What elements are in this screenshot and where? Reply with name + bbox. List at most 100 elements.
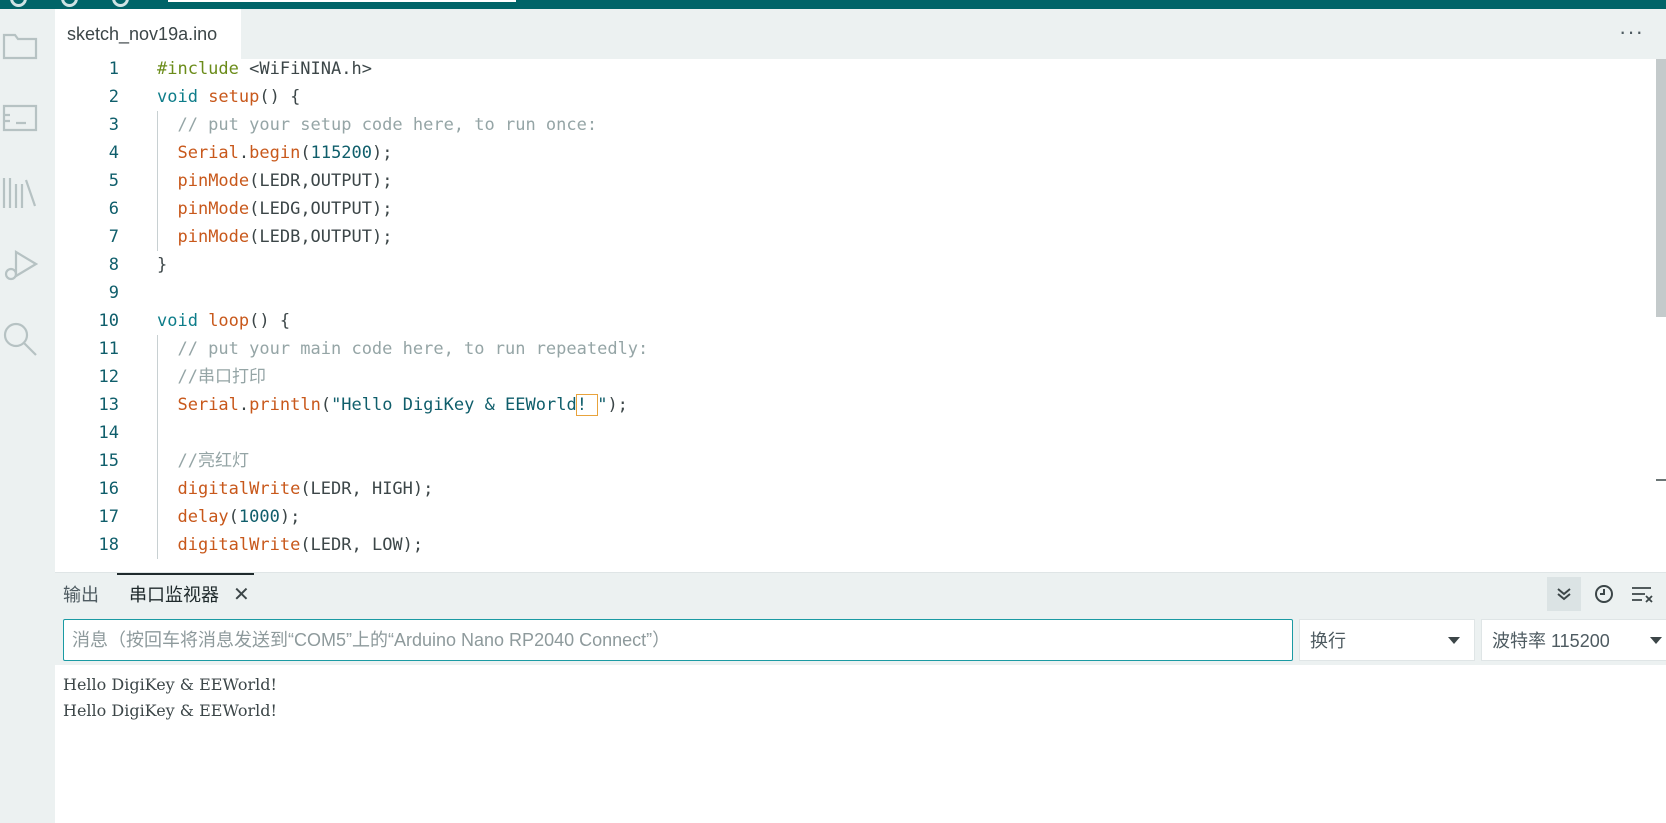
code-line[interactable]: 9 <box>55 279 1655 307</box>
code-text: digitalWrite(LEDR, HIGH); <box>157 475 433 503</box>
code-line[interactable]: 8} <box>55 251 1655 279</box>
code-token: void <box>157 87 209 107</box>
code-text: void setup() { <box>157 83 300 111</box>
code-token: println <box>249 395 321 415</box>
top-toolbar <box>0 0 1666 9</box>
sketchbook-folder-icon[interactable] <box>0 25 40 65</box>
timestamp-button[interactable] <box>1587 577 1621 611</box>
code-line[interactable]: 12 //串口打印 <box>55 363 1655 391</box>
code-token: begin <box>249 143 301 163</box>
code-text: Serial.begin(115200); <box>157 139 392 167</box>
code-token: digitalWrite <box>177 479 301 499</box>
code-token: . <box>238 143 250 163</box>
indent-guide <box>157 335 158 559</box>
verify-button[interactable] <box>10 0 27 7</box>
code-token: () { <box>249 311 291 331</box>
more-options-icon[interactable]: ··· <box>1619 19 1644 45</box>
code-line[interactable]: 2 void setup() { <box>55 83 1655 111</box>
chevron-down-icon <box>1650 637 1662 644</box>
code-token: "Hello DigiKey & EEWorld <box>331 395 577 415</box>
line-number: 2 <box>108 87 119 107</box>
code-token: Serial <box>177 143 239 163</box>
library-manager-icon[interactable] <box>0 172 40 212</box>
code-line[interactable]: 14 <box>55 419 1655 447</box>
line-number: 18 <box>98 535 119 555</box>
code-token: #include <box>157 59 250 79</box>
code-token: 1000 <box>238 507 280 527</box>
code-line[interactable]: 6 pinMode(LEDG,OUTPUT); <box>55 195 1655 223</box>
clear-output-button[interactable] <box>1625 577 1659 611</box>
editor-tab-sketch[interactable]: sketch_nov19a.ino <box>55 9 241 59</box>
code-token: . <box>238 395 250 415</box>
autoscroll-button[interactable] <box>1547 577 1581 611</box>
code-line[interactable]: 5 pinMode(LEDR,OUTPUT); <box>55 167 1655 195</box>
code-text: pinMode(LEDG,OUTPUT); <box>157 195 392 223</box>
line-number: 11 <box>98 339 119 359</box>
code-token: void <box>157 311 209 331</box>
line-number: 7 <box>108 227 119 247</box>
code-token: digitalWrite <box>177 535 301 555</box>
code-line[interactable]: 3 // put your setup code here, to run on… <box>55 111 1655 139</box>
tab-output-label: 输出 <box>63 585 99 605</box>
code-line[interactable]: 1 #include <WiFiNINA.h> <box>55 59 1655 83</box>
tab-serial-monitor-label: 串口监视器 <box>129 585 219 605</box>
code-token: 115200 <box>310 143 373 163</box>
code-line[interactable]: 17 delay(1000); <box>55 503 1655 531</box>
code-line[interactable]: 11 // put your main code here, to run re… <box>55 335 1655 363</box>
code-editor[interactable]: 1 #include <WiFiNINA.h> 2 void setup() {3 /… <box>55 59 1656 572</box>
line-number: 17 <box>98 507 119 527</box>
search-icon[interactable] <box>0 319 40 359</box>
code-line[interactable]: 18 digitalWrite(LEDR, LOW); <box>55 531 1655 559</box>
code-line[interactable]: 13 Serial.println("Hello DigiKey & EEWor… <box>55 391 1655 419</box>
code-token: <WiFiNINA.h> <box>249 59 372 79</box>
code-token: ); <box>607 395 628 415</box>
code-text: pinMode(LEDB,OUTPUT); <box>157 223 392 251</box>
chevron-down-icon <box>1448 637 1460 644</box>
tab-output[interactable]: 输出 <box>63 573 99 615</box>
code-token: // put your setup code here, to run once… <box>157 115 598 135</box>
code-line[interactable]: 7 pinMode(LEDB,OUTPUT); <box>55 223 1655 251</box>
code-text: Serial.println("Hello DigiKey & EEWorld!… <box>157 391 628 419</box>
serial-output-line: Hello DigiKey & EEWorld! <box>63 701 277 720</box>
clock-icon <box>1595 585 1613 603</box>
code-token: //亮红灯 <box>157 451 249 471</box>
tab-serial-monitor[interactable]: 串口监视器 ✕ <box>117 573 254 615</box>
boards-manager-icon[interactable] <box>0 98 40 138</box>
code-token: ( <box>228 507 239 527</box>
panel-tab-bar: 输出 串口监视器 ✕ <box>55 573 1666 615</box>
line-ending-select[interactable]: 换行 <box>1299 619 1475 661</box>
code-token: (LEDR, HIGH); <box>300 479 434 499</box>
code-token: " <box>597 395 608 415</box>
debug-icon[interactable] <box>0 246 40 286</box>
code-token: ( <box>320 395 332 415</box>
debug-button[interactable] <box>112 0 129 7</box>
code-line[interactable]: 15 //亮红灯 <box>55 447 1655 475</box>
code-token: ( <box>300 143 311 163</box>
line-number: 12 <box>98 367 119 387</box>
code-line[interactable]: 16 digitalWrite(LEDR, HIGH); <box>55 475 1655 503</box>
line-number: 1 <box>108 59 119 79</box>
editor-scrollbar[interactable] <box>1656 59 1666 572</box>
serial-output[interactable]: Hello DigiKey & EEWorld! Hello DigiKey &… <box>55 665 1666 823</box>
line-number: 13 <box>98 395 119 415</box>
code-token: ! <box>575 394 599 416</box>
code-line[interactable]: 10 void loop() { <box>55 307 1655 335</box>
code-text: //亮红灯 <box>157 447 249 475</box>
upload-button[interactable] <box>61 0 78 7</box>
serial-message-input[interactable] <box>63 619 1293 661</box>
chevron-double-down-icon <box>1557 588 1571 601</box>
board-selector[interactable] <box>168 0 516 2</box>
activity-sidebar <box>0 9 55 823</box>
baud-rate-select[interactable]: 波特率 115200 <box>1481 619 1666 661</box>
code-line[interactable]: 4 Serial.begin(115200); <box>55 139 1655 167</box>
close-icon[interactable]: ✕ <box>233 582 250 607</box>
clear-list-icon <box>1632 587 1653 603</box>
scrollbar-thumb[interactable] <box>1656 59 1666 317</box>
code-token: delay <box>177 507 229 527</box>
